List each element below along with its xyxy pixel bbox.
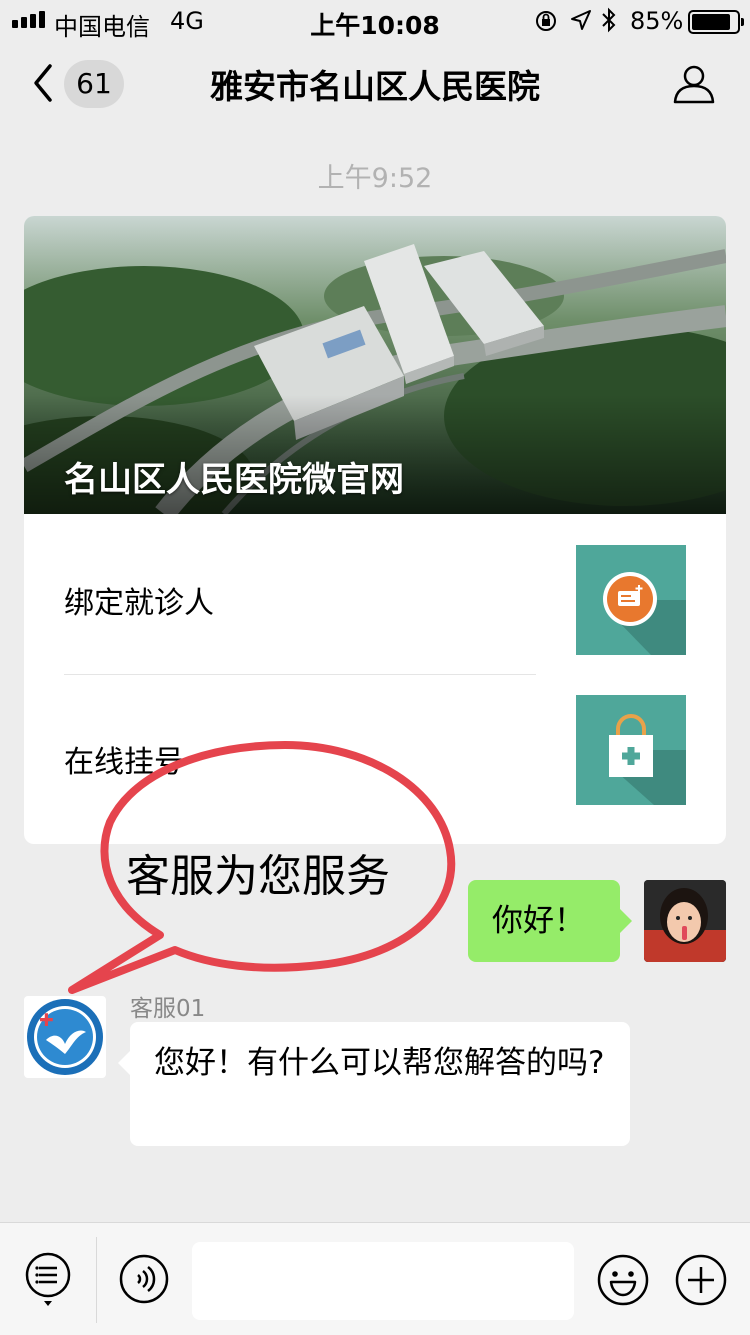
bluetooth-icon — [602, 7, 616, 33]
agent-name: 客服01 — [130, 996, 206, 1022]
banner-title: 名山区人民医院微官网 — [64, 460, 404, 500]
list-menu-icon[interactable] — [24, 1251, 72, 1311]
nav-bar: 61 雅安市名山区人民医院 — [0, 40, 750, 128]
article-card[interactable]: 名山区人民医院微官网 绑定就诊人 在线挂号 — [24, 216, 726, 844]
my-avatar[interactable] — [644, 880, 726, 962]
plus-icon[interactable] — [674, 1253, 728, 1307]
voice-icon[interactable] — [118, 1253, 170, 1305]
divider — [96, 1237, 97, 1323]
user-photo-icon — [644, 880, 726, 962]
emoji-icon[interactable] — [596, 1253, 650, 1307]
profile-button[interactable] — [672, 64, 716, 104]
battery-percent: 85% — [630, 7, 684, 35]
id-card-add-icon — [576, 545, 686, 655]
hospital-logo-icon — [27, 999, 103, 1075]
battery-icon — [688, 10, 744, 34]
my-message-bubble[interactable]: 你好！ — [468, 880, 632, 962]
location-icon — [571, 10, 591, 30]
rotation-lock-icon — [536, 11, 556, 31]
medical-bag-icon — [576, 695, 686, 805]
menu-item-label: 绑定就诊人 — [64, 586, 214, 621]
status-bar: 中国电信 4G 上午10:08 85% — [0, 0, 750, 41]
menu-item-bind-patient[interactable]: 绑定就诊人 — [24, 514, 726, 674]
input-bar — [0, 1222, 750, 1335]
agent-avatar[interactable] — [24, 996, 106, 1078]
my-message-text: 你好！ — [492, 903, 585, 939]
message-timestamp: 上午9:52 — [317, 163, 433, 194]
banner-image[interactable]: 名山区人民医院微官网 — [24, 216, 726, 514]
menu-item-online-registration[interactable]: 在线挂号 — [24, 675, 726, 835]
chat-title: 雅安市名山区人民医院 — [210, 67, 540, 106]
agent-message-text: 您好！有什么可以帮您解答的吗? — [154, 1045, 605, 1081]
message-input[interactable] — [192, 1242, 574, 1320]
agent-message-bubble[interactable]: 您好！有什么可以帮您解答的吗? — [118, 1022, 630, 1146]
menu-item-label: 在线挂号 — [64, 745, 184, 780]
annotation-text: 客服为您服务 — [126, 851, 390, 902]
